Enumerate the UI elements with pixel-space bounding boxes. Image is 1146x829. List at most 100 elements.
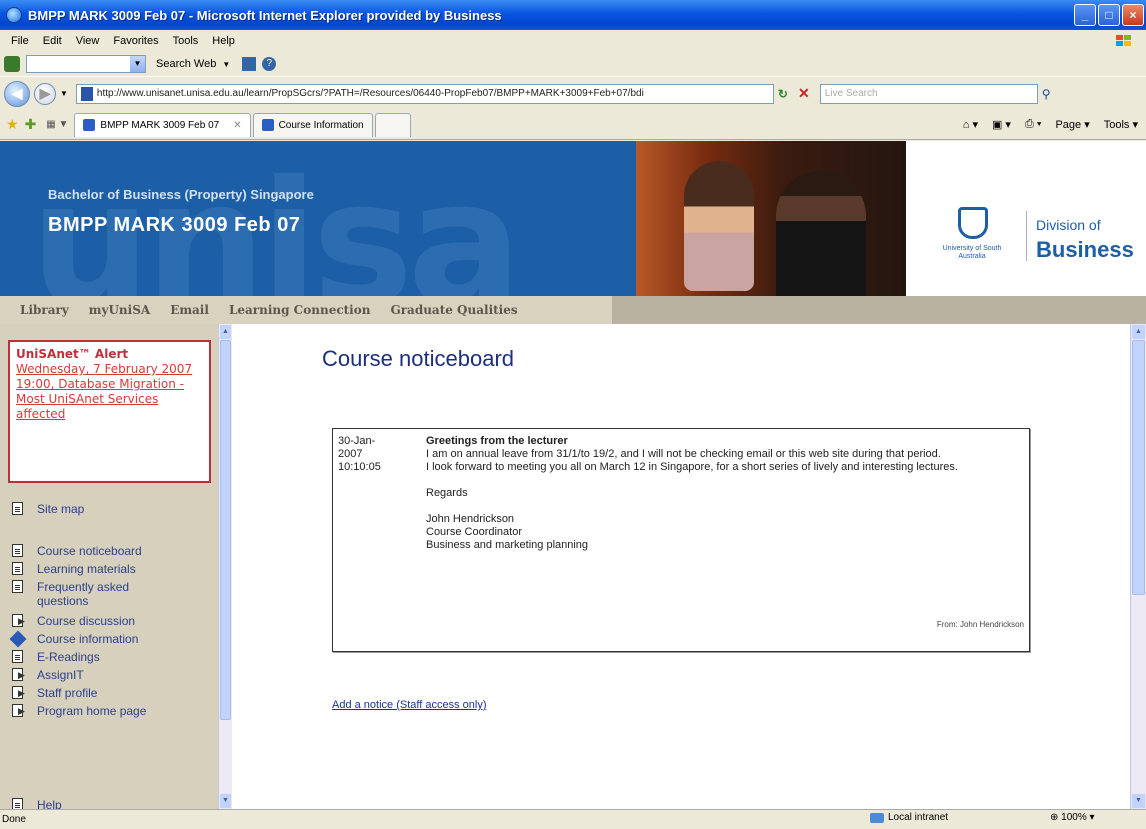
intranet-icon: [870, 812, 884, 823]
alert-link[interactable]: Wednesday, 7 February 2007 19:00, Databa…: [16, 362, 203, 422]
windows-flag-icon: [1116, 35, 1131, 46]
live-search-input[interactable]: Live Search: [819, 83, 1038, 104]
menu-tools[interactable]: Tools: [166, 35, 206, 47]
sidebar-item-label: Frequently asked questions: [37, 580, 130, 608]
document-icon: [12, 502, 23, 515]
alert-title: UniSAnet™ Alert: [16, 347, 129, 361]
address-bar: ◀ ▶ ▼ http://www.unisanet.unisa.edu.au/l…: [0, 76, 1146, 110]
search-web-button[interactable]: Search Web: [156, 58, 216, 70]
sidebar-item-label: Program home page: [37, 704, 147, 718]
tools-menu[interactable]: Tools ▾: [1104, 118, 1138, 131]
forward-button[interactable]: ▶: [34, 82, 56, 105]
signature-role: Course Coordinator: [426, 526, 522, 538]
notice-date-line1: 30-Jan-: [338, 435, 376, 447]
refresh-icon[interactable]: ↻: [778, 87, 788, 101]
notice-regards: Regards: [426, 487, 468, 499]
zoom-control[interactable]: ⊕ 100% ▾: [1050, 812, 1095, 823]
menu-favorites[interactable]: Favorites: [106, 35, 165, 47]
menu-help[interactable]: Help: [205, 35, 242, 47]
sidebar-item-course-information[interactable]: Course information: [9, 630, 139, 648]
add-notice-link[interactable]: Add a notice (Staff access only): [332, 699, 487, 711]
scrollbar-thumb[interactable]: [220, 340, 231, 720]
chevron-down-icon[interactable]: ▼: [222, 60, 230, 69]
zoom-level: 100%: [1061, 812, 1087, 823]
scroll-up-icon[interactable]: ▲: [220, 325, 231, 339]
menu-file[interactable]: File: [4, 35, 36, 47]
diamond-icon: [9, 630, 27, 648]
course-title: BMPP MARK 3009 Feb 07: [48, 214, 301, 236]
sidebar-item-faq[interactable]: Frequently asked questions: [12, 580, 162, 608]
program-subtitle: Bachelor of Business (Property) Singapor…: [48, 187, 314, 202]
zoom-icon: ⊕: [1050, 812, 1062, 823]
add-favorites-icon[interactable]: ✚: [25, 116, 37, 133]
security-zone[interactable]: Local intranet: [870, 812, 948, 823]
toolbar-search-combo[interactable]: ▼: [26, 55, 146, 73]
nav-myunisa[interactable]: myUniSA: [89, 303, 150, 317]
woman-figure: [684, 161, 754, 291]
menu-edit[interactable]: Edit: [36, 35, 69, 47]
new-tab-button[interactable]: [374, 112, 411, 137]
sidebar-scrollbar[interactable]: ▲ ▼: [218, 324, 232, 809]
sidebar-item-learning-materials[interactable]: Learning materials: [12, 562, 136, 576]
scroll-down-icon[interactable]: ▼: [1132, 794, 1145, 808]
sidebar-item-course-noticeboard[interactable]: Course noticeboard: [12, 544, 142, 558]
menu-view[interactable]: View: [69, 35, 107, 47]
tab-bmpp[interactable]: BMPP MARK 3009 Feb 07 ✕: [74, 112, 251, 137]
maximize-button[interactable]: □: [1098, 4, 1120, 26]
sidebar-item-staff-profile[interactable]: Staff profile: [12, 686, 97, 700]
stop-icon[interactable]: ✕: [798, 85, 810, 102]
notice-paragraph: I look forward to meeting you all on Mar…: [426, 461, 958, 473]
sidebar-item-program-home-page[interactable]: Program home page: [12, 704, 146, 718]
status-text: Done: [2, 814, 26, 825]
nav-graduate-qualities[interactable]: Graduate Qualities: [390, 303, 517, 317]
nav-learning-connection[interactable]: Learning Connection: [229, 303, 371, 317]
sidebar-item-label: Course information: [37, 632, 139, 646]
tab-label: BMPP MARK 3009 Feb 07: [100, 119, 220, 131]
scroll-up-icon[interactable]: ▲: [1132, 325, 1145, 339]
sidebar-item-label: E-Readings: [37, 650, 100, 664]
tab-course-information[interactable]: Course Information: [252, 112, 373, 137]
toolbar-logo-icon: [4, 56, 20, 72]
menu-bar: File Edit View Favorites Tools Help: [0, 30, 1146, 52]
page-icon: [83, 119, 96, 131]
back-button[interactable]: ◀: [4, 80, 30, 107]
home-icon[interactable]: ⌂ ▾: [963, 118, 978, 131]
arrow-icon: [12, 686, 25, 700]
site-nav: Library myUniSA Email Learning Connectio…: [0, 296, 1146, 324]
quick-tabs-icon[interactable]: ▦ ▼: [46, 119, 68, 130]
nav-library[interactable]: Library: [20, 303, 69, 317]
window-title: BMPP MARK 3009 Feb 07 - Microsoft Intern…: [28, 7, 502, 23]
division-of-label: Division of: [1036, 217, 1101, 233]
sidebar-item-e-readings[interactable]: E-Readings: [12, 650, 100, 664]
chevron-down-icon: ▼: [130, 56, 145, 72]
search-toolbar: ▼ Search Web ▼ ?: [0, 52, 1146, 76]
logo-panel: University of South Australia Division o…: [906, 141, 1146, 296]
document-icon: [12, 544, 23, 557]
ie-icon: [6, 7, 22, 23]
close-button[interactable]: ×: [1122, 4, 1144, 26]
sidebar-item-course-discussion[interactable]: Course discussion: [12, 614, 135, 628]
search-icon[interactable]: ⚲: [1042, 87, 1051, 101]
close-tab-icon[interactable]: ✕: [233, 120, 241, 131]
logo-divider: [1026, 211, 1027, 261]
address-input[interactable]: http://www.unisanet.unisa.edu.au/learn/P…: [75, 83, 774, 104]
sidebar-item-site-map[interactable]: Site map: [12, 502, 84, 516]
scrollbar-thumb[interactable]: [1132, 340, 1145, 595]
sidebar-item-label: Staff profile: [37, 686, 98, 700]
page-banner: unisa Bachelor of Business (Property) Si…: [0, 141, 1146, 296]
scroll-down-icon[interactable]: ▼: [220, 794, 231, 808]
favorites-star-icon[interactable]: ★: [6, 116, 19, 133]
feeds-icon[interactable]: ▣ ▾: [992, 118, 1011, 131]
notice-date: 30-Jan- 2007 10:10:05: [338, 435, 408, 474]
print-icon[interactable]: ⎙ ▾: [1025, 118, 1041, 131]
nav-email[interactable]: Email: [170, 303, 209, 317]
main-scrollbar[interactable]: ▲ ▼: [1130, 324, 1146, 809]
page-menu[interactable]: Page ▾: [1055, 118, 1089, 131]
help-icon[interactable]: ?: [262, 57, 277, 71]
chevron-down-icon[interactable]: ▼: [60, 89, 68, 98]
minimize-button[interactable]: _: [1074, 4, 1096, 26]
sidebar-item-assignit[interactable]: AssignIT: [12, 668, 84, 682]
notice-content: Greetings from the lecturer I am on annu…: [426, 435, 1026, 552]
sidebar-item-help[interactable]: Help: [12, 798, 62, 809]
toolbar-highlight-icon[interactable]: [242, 57, 257, 71]
